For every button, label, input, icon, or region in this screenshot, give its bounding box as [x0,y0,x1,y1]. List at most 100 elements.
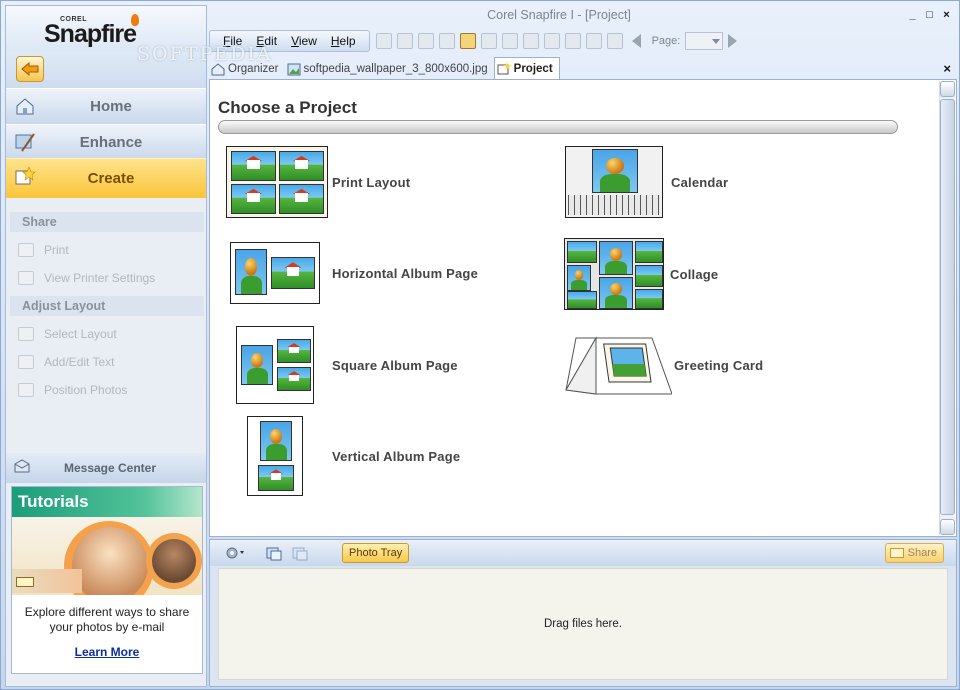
photo-tray-button[interactable]: Photo Tray [342,543,410,563]
tray-toolbar: Photo Tray Share [210,540,956,566]
square-album-thumbnail [236,326,314,404]
maximize-button[interactable]: □ [923,9,936,22]
project-chooser: Choose a Project Print Layout Calendar H… [209,79,957,537]
print-option[interactable]: Print [18,240,198,260]
redo-icon[interactable] [417,33,434,49]
project-square-album-page[interactable]: Square Album Page [236,326,458,404]
project-horizontal-album-page[interactable]: Horizontal Album Page [230,242,478,304]
delete-icon[interactable] [522,33,539,49]
printer-icon [18,243,34,257]
photo-drop-area[interactable]: Drag files here. [218,568,948,680]
paste-icon[interactable] [501,33,518,49]
menu-view[interactable]: View [284,34,324,48]
remove-photos-icon[interactable] [292,545,308,561]
title-divider [218,120,898,134]
nav-home[interactable]: Home [6,88,206,124]
tab-project[interactable]: Project [493,57,560,79]
previous-page-icon[interactable] [631,34,641,48]
vertical-album-thumbnail [247,416,303,496]
title-bar: Corel Snapfire I - [Project] _ □ × [209,5,957,27]
page-icon[interactable] [606,33,623,49]
copy-icon[interactable] [480,33,497,49]
back-button[interactable] [16,56,44,82]
add-edit-text-option[interactable]: Add/Edit Text [18,352,198,372]
learn-more-link[interactable]: Learn More [12,645,202,659]
toolbar: Page: [375,32,738,50]
horizontal-album-thumbnail [230,242,320,304]
menu-file-rest: ile [230,34,243,48]
select-layout-option[interactable]: Select Layout [18,324,198,344]
undo-icon[interactable] [396,33,413,49]
position-photos-label: Position Photos [44,383,128,397]
chevron-down-icon [712,38,721,44]
rotate-icon[interactable] [375,33,392,49]
tab-organizer[interactable]: Organizer [209,59,285,79]
scroll-down-button[interactable] [940,519,955,535]
add-photos-icon[interactable] [266,545,282,561]
frame-icon[interactable] [585,33,602,49]
project-collage[interactable]: Collage [564,238,718,310]
share-button[interactable]: Share [884,543,944,563]
tab-organizer-label: Organizer [228,63,279,75]
menu-bar: File Edit View Help [209,30,370,52]
position-photos-option[interactable]: Position Photos [18,380,198,400]
erase-icon[interactable] [543,33,560,49]
print-option-label: Print [44,243,69,257]
text-icon [18,355,34,369]
position-icon [18,383,34,397]
next-page-icon[interactable] [728,34,738,48]
enhance-icon [15,133,35,152]
menu-edit-rest: dit [264,34,278,48]
menu-help-rest: elp [339,34,356,48]
close-window-button[interactable]: × [940,9,953,22]
scroll-thumb[interactable] [940,99,955,515]
page-title: Choose a Project [218,98,357,117]
grid-icon[interactable] [564,33,581,49]
page-label: Page: [651,35,681,47]
window-controls: _ □ × [906,9,953,22]
nav-create[interactable]: Create [6,158,206,198]
calendar-label: Calendar [671,174,729,190]
logo: COREL Snapfire [6,6,206,52]
share-button-label: Share [907,547,937,559]
print-icon[interactable] [459,33,476,49]
print-layout-thumbnail [226,146,328,218]
greeting-card-label: Greeting Card [674,357,764,373]
menu-toolbar-row: File Edit View Help Page: [209,29,957,53]
scroll-up-button[interactable] [940,81,955,97]
flame-icon [131,14,139,26]
project-print-layout[interactable]: Print Layout [226,146,410,218]
project-icon [497,62,511,75]
project-vertical-album-page[interactable]: Vertical Album Page [247,416,460,496]
add-edit-text-label: Add/Edit Text [44,355,115,369]
photo-tray-panel: Photo Tray Share Drag files here. [209,539,957,687]
collage-label: Collage [670,266,719,282]
message-center-icon [14,459,30,473]
logo-product: Snapfire [44,20,137,48]
page-select[interactable] [685,32,724,50]
minimize-button[interactable]: _ [906,9,919,22]
message-center-label: Message Center [63,461,157,475]
tab-file[interactable]: softpedia_wallpaper_3_800x600.jpg [285,59,494,79]
menu-view-rest: iew [298,34,317,48]
message-center-header[interactable]: Message Center [6,453,206,483]
organizer-icon [211,62,225,75]
menu-edit[interactable]: Edit [249,34,284,48]
vertical-scrollbar[interactable] [939,81,955,535]
menu-help[interactable]: Help [324,34,363,48]
project-calendar[interactable]: Calendar [565,146,728,218]
printer-settings-icon [18,271,34,285]
document-tabs: Organizer softpedia_wallpaper_3_800x600.… [209,57,957,79]
application-window: COREL Snapfire Home Enhance Create Share… [0,0,960,690]
nav-enhance[interactable]: Enhance [6,124,206,160]
image-file-icon [287,63,300,75]
menu-file[interactable]: File [216,34,249,48]
share-section-header: Share [10,212,204,232]
sidebar: COREL Snapfire Home Enhance Create Share… [5,5,207,687]
settings-gear-icon[interactable] [224,545,246,561]
horizontal-album-label: Horizontal Album Page [332,265,479,281]
project-greeting-card[interactable]: Greeting Card [562,332,763,398]
view-printer-settings-option[interactable]: View Printer Settings [18,268,198,288]
close-tab-button[interactable]: × [943,61,951,76]
save-icon[interactable] [438,33,455,49]
